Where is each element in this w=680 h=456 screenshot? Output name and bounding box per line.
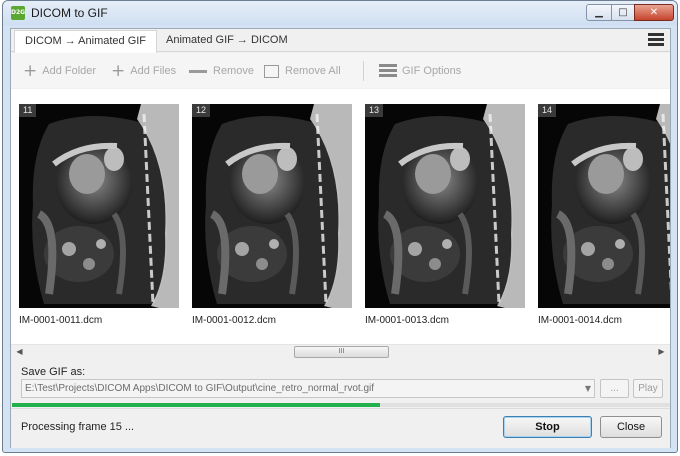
add-files-label: Add Files [130, 65, 177, 77]
gif-options-button[interactable]: GIF Options [379, 62, 461, 80]
plus-icon: + [111, 61, 126, 81]
client-area: DICOM → Animated GIF Animated GIF → DICO… [10, 28, 671, 448]
save-path-value: E:\Test\Projects\DICOM Apps\DICOM to GIF… [25, 383, 375, 394]
thumbnail-item[interactable]: 12 IM-0001-0012.dcm [192, 104, 352, 326]
add-folder-button[interactable]: + Add Folder [23, 62, 96, 80]
tab-bar: DICOM → Animated GIF Animated GIF → DICO… [11, 29, 670, 53]
plus-icon: + [23, 61, 38, 81]
status-bar: Processing frame 15 ... Stop Close [11, 408, 670, 448]
scrollbar-thumb[interactable]: III [294, 346, 389, 358]
frame-number-badge: 12 [192, 104, 211, 117]
save-path-combobox[interactable]: E:\Test\Projects\DICOM Apps\DICOM to GIF… [21, 379, 595, 398]
progress-bar-fill [12, 403, 381, 407]
close-window-button[interactable]: ✕ [634, 4, 674, 21]
tab-gif-to-dicom[interactable]: Animated GIF → DICOM [156, 30, 298, 52]
scroll-right-arrow-icon[interactable]: ▶ [655, 346, 668, 358]
frame-number-badge: 11 [19, 104, 37, 117]
frame-number-badge: 13 [365, 104, 384, 117]
progress-bar [12, 403, 670, 407]
frame-number-badge: 14 [538, 104, 557, 117]
app-icon: D2G [11, 6, 25, 20]
dropdown-arrow-icon[interactable]: ▼ [585, 380, 591, 397]
hamburger-menu-icon[interactable] [648, 33, 664, 47]
status-text: Processing frame 15 ... [21, 421, 135, 433]
thumbnail-filename: IM-0001-0014.dcm [538, 315, 622, 326]
thumbnail-filename: IM-0001-0012.dcm [192, 315, 276, 326]
toolbar-separator [363, 61, 364, 81]
gif-options-label: GIF Options [402, 65, 462, 77]
remove-all-button[interactable]: Remove All [264, 62, 341, 80]
thumbnail-filename: IM-0001-0011.dcm [19, 315, 103, 326]
play-button[interactable]: Play [633, 379, 663, 398]
thumbnail-item[interactable]: 13 IM-0001-0013.dcm [365, 104, 525, 326]
dicom-image: 11 [19, 104, 179, 308]
stop-button[interactable]: Stop [503, 416, 592, 438]
minus-icon [189, 69, 207, 73]
title-bar[interactable]: D2G DICOM to GIF ▁ □ ✕ [3, 1, 677, 25]
close-button[interactable]: Close [600, 416, 662, 438]
remove-label: Remove [213, 65, 254, 77]
dicom-image: 13 [365, 104, 525, 308]
horizontal-scrollbar[interactable]: ◀ III ▶ [11, 344, 670, 359]
remove-button[interactable]: Remove [189, 62, 254, 80]
add-folder-label: Add Folder [42, 65, 97, 77]
browse-button[interactable]: ... [600, 379, 629, 398]
toolbar: + Add Folder + Add Files Remove Remove A… [11, 53, 670, 88]
save-gif-label: Save GIF as: [21, 366, 86, 378]
add-files-button[interactable]: + Add Files [111, 62, 176, 80]
list-icon [379, 63, 397, 79]
remove-all-label: Remove All [285, 65, 341, 77]
dicom-image: 12 [192, 104, 352, 308]
checkbox-icon [264, 64, 279, 78]
window-title: DICOM to GIF [31, 6, 108, 20]
thumbnail-item[interactable]: 11 IM-0001-0011.dcm [19, 104, 179, 326]
thumbnail-item[interactable]: 14 IM-0001-0014.dcm [538, 104, 670, 326]
maximize-button[interactable]: □ [611, 4, 635, 21]
thumbnail-gallery[interactable]: 11 IM-0001-0011.dcm 12 IM-0001-0012.dcm [11, 89, 670, 345]
thumbnail-filename: IM-0001-0013.dcm [365, 315, 449, 326]
tab-dicom-to-gif[interactable]: DICOM → Animated GIF [14, 30, 158, 53]
dicom-image: 14 [538, 104, 670, 308]
scroll-left-arrow-icon[interactable]: ◀ [13, 346, 26, 358]
minimize-button[interactable]: ▁ [586, 4, 612, 21]
app-window: D2G DICOM to GIF ▁ □ ✕ DICOM → Animated … [2, 0, 678, 453]
